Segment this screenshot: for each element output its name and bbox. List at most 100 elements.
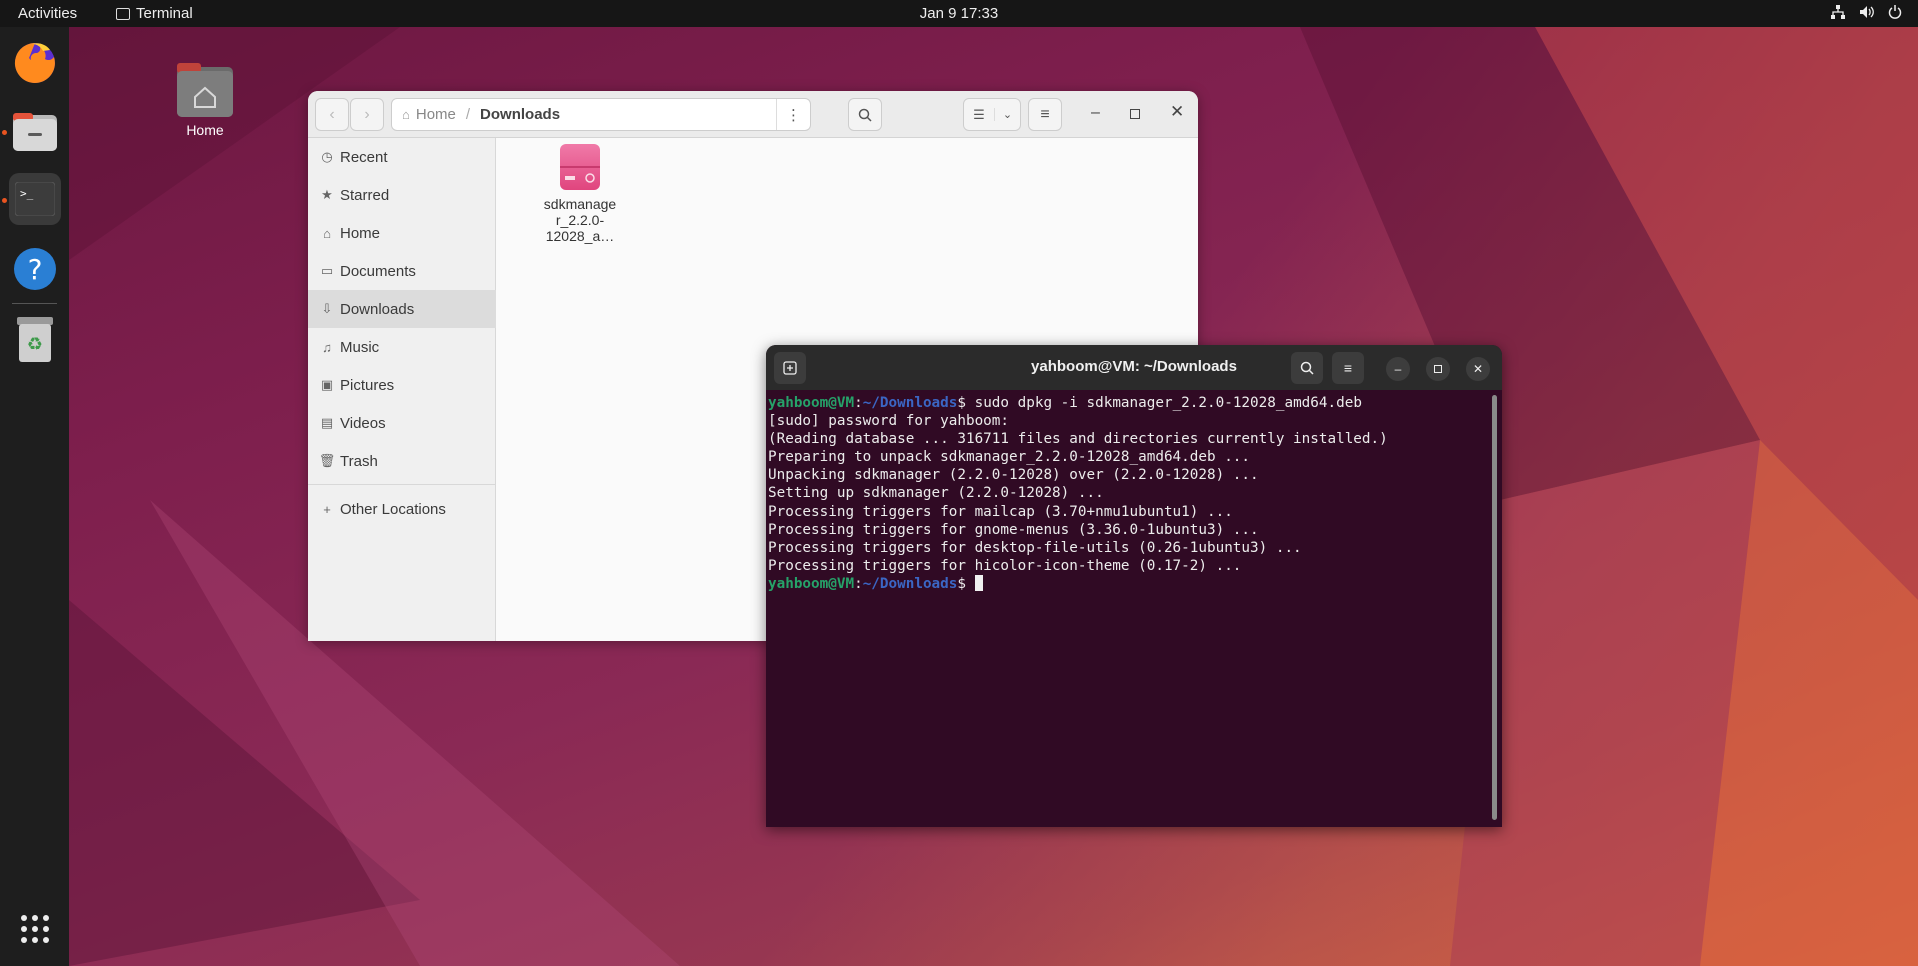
- chevron-left-icon: ‹: [329, 105, 335, 123]
- sidebar-item-pictures[interactable]: ▣ Pictures: [308, 366, 496, 404]
- file-name-line3: 12028_a…: [545, 228, 615, 244]
- system-tray[interactable]: [1831, 5, 1902, 22]
- clock[interactable]: Jan 9 17:33: [0, 5, 1918, 22]
- top-bar: Activities Terminal Jan 9 17:33: [0, 0, 1918, 27]
- file-name-line1: sdkmanage: [543, 196, 617, 212]
- search-icon: [1300, 361, 1314, 375]
- sidebar-item-videos[interactable]: ▤ Videos: [308, 404, 496, 442]
- sidebar-item-label: Starred: [340, 186, 390, 204]
- command-text: sudo dpkg -i sdkmanager_2.2.0-12028_amd6…: [974, 395, 1362, 411]
- hamburger-icon: ≡: [1343, 360, 1353, 376]
- dock: >_ ? ♻: [0, 27, 69, 966]
- breadcrumb-downloads[interactable]: Downloads: [480, 106, 560, 123]
- file-name-line2: r_2.2.0-: [555, 212, 605, 228]
- picture-icon: ▣: [320, 377, 334, 392]
- sidebar-separator: [308, 484, 496, 485]
- sidebar-item-label: Pictures: [340, 376, 395, 394]
- terminal-output[interactable]: yahboom@VM:~/Downloads$ sudo dpkg -i sdk…: [768, 394, 1498, 824]
- download-icon: ⇩: [321, 301, 333, 316]
- sidebar-item-starred[interactable]: ★ Starred: [308, 176, 496, 214]
- terminal-window: yahboom@VM: ~/Downloads ≡ – ✕ yahboom@VM…: [766, 345, 1502, 827]
- star-icon: ★: [321, 187, 333, 202]
- file-sdkmanager-deb[interactable]: sdkmanage r_2.2.0- 12028_a…: [530, 144, 630, 244]
- search-button[interactable]: [848, 98, 882, 131]
- firefox-icon[interactable]: [9, 37, 61, 89]
- breadcrumb-home[interactable]: Home: [416, 106, 456, 123]
- output-line: [sudo] password for yahboom:: [768, 413, 1010, 430]
- view-toggle-button[interactable]: ☰ ⌄: [963, 98, 1021, 131]
- show-apps-icon[interactable]: [9, 903, 61, 955]
- prompt-line: yahboom@VM:~/Downloads$: [768, 574, 1498, 593]
- document-icon: ▭: [320, 263, 334, 278]
- output-line: (Reading database ... 316711 files and d…: [768, 431, 1388, 448]
- output-line: Setting up sdkmanager (2.2.0-12028) ...: [768, 485, 1104, 502]
- svg-text:♻: ♻: [27, 334, 43, 355]
- prompt-user: yahboom@VM: [768, 575, 855, 592]
- sidebar-item-label: Downloads: [340, 300, 415, 318]
- video-icon: ▤: [320, 415, 334, 430]
- files-icon[interactable]: [9, 107, 61, 159]
- sidebar-item-music[interactable]: ♫ Music: [308, 328, 496, 366]
- chevron-right-icon: ›: [364, 105, 370, 123]
- terminal-close-button[interactable]: ✕: [1466, 357, 1490, 381]
- minimize-button[interactable]: –: [1091, 104, 1100, 122]
- search-icon: [858, 108, 872, 122]
- home-icon: ⌂: [323, 225, 331, 241]
- breadcrumb-separator: /: [465, 106, 471, 123]
- files-sidebar: ◷ Recent ★ Starred ⌂ Home ▭ Documents ⇩ Downl…: [308, 138, 496, 641]
- prompt-line: yahboom@VM:~/Downloads$ sudo dpkg -i sdk…: [768, 395, 1362, 411]
- output-line: Preparing to unpack sdkmanager_2.2.0-120…: [768, 449, 1251, 466]
- terminal-scrollbar[interactable]: [1492, 395, 1497, 820]
- sidebar-item-label: Recent: [340, 148, 388, 166]
- sidebar-item-trash[interactable]: 🗑 Trash: [308, 442, 496, 480]
- sidebar-item-label: Documents: [340, 262, 416, 280]
- list-view-icon: ☰: [973, 106, 985, 122]
- sidebar-item-other-locations[interactable]: + Other Locations: [308, 490, 496, 528]
- running-indicator: [2, 130, 7, 135]
- sidebar-item-label: Trash: [340, 452, 378, 470]
- trash-icon: 🗑: [318, 453, 336, 468]
- files-headerbar: ‹ › ⌂ Home / Downloads ⋮ ☰ ⌄ ≡ – ✕: [308, 91, 1198, 138]
- sidebar-item-documents[interactable]: ▭ Documents: [308, 252, 496, 290]
- chevron-down-icon: ⌄: [994, 108, 1020, 121]
- home-folder-icon: [177, 63, 233, 117]
- desktop-home-folder[interactable]: Home: [173, 63, 237, 138]
- output-line: Processing triggers for gnome-menus (3.3…: [768, 521, 1259, 538]
- plus-icon: +: [323, 501, 331, 517]
- back-button[interactable]: ‹: [315, 98, 349, 131]
- clock-icon: ◷: [321, 149, 333, 164]
- output-line: Unpacking sdkmanager (2.2.0-12028) over …: [768, 467, 1259, 484]
- terminal-maximize-button[interactable]: [1426, 357, 1450, 381]
- home-icon: ⌂: [402, 107, 410, 122]
- path-bar[interactable]: ⌂ Home / Downloads ⋮: [391, 98, 811, 131]
- help-icon[interactable]: ?: [9, 243, 61, 295]
- deb-package-icon: [560, 144, 600, 190]
- music-icon: ♫: [322, 339, 332, 355]
- network-icon: [1831, 5, 1845, 22]
- path-menu-button[interactable]: ⋮: [776, 99, 810, 130]
- terminal-search-button[interactable]: [1291, 352, 1323, 384]
- output-line: Processing triggers for desktop-file-uti…: [768, 539, 1302, 556]
- forward-button[interactable]: ›: [350, 98, 384, 131]
- sidebar-item-home[interactable]: ⌂ Home: [308, 214, 496, 252]
- sidebar-item-label: Videos: [340, 414, 386, 432]
- menu-button[interactable]: ≡: [1028, 98, 1062, 131]
- svg-text:>_: >_: [20, 187, 34, 200]
- hamburger-icon: ≡: [1040, 105, 1050, 123]
- maximize-button[interactable]: [1130, 109, 1140, 119]
- sidebar-item-downloads[interactable]: ⇩ Downloads: [308, 290, 496, 328]
- terminal-headerbar: yahboom@VM: ~/Downloads ≡ – ✕: [766, 345, 1502, 390]
- output-line: Processing triggers for mailcap (3.70+nm…: [768, 503, 1233, 520]
- running-indicator: [2, 198, 7, 203]
- terminal-minimize-button[interactable]: –: [1386, 357, 1410, 381]
- terminal-icon[interactable]: >_: [9, 173, 61, 225]
- power-icon: [1888, 5, 1902, 22]
- close-button[interactable]: ✕: [1170, 102, 1184, 122]
- trash-icon[interactable]: ♻: [9, 314, 61, 366]
- desktop-home-label: Home: [186, 122, 224, 138]
- volume-icon: [1859, 5, 1874, 22]
- sidebar-item-recent[interactable]: ◷ Recent: [308, 138, 496, 176]
- prompt-path: ~/Downloads: [862, 395, 958, 411]
- sidebar-item-label: Other Locations: [340, 500, 446, 518]
- terminal-menu-button[interactable]: ≡: [1332, 352, 1364, 384]
